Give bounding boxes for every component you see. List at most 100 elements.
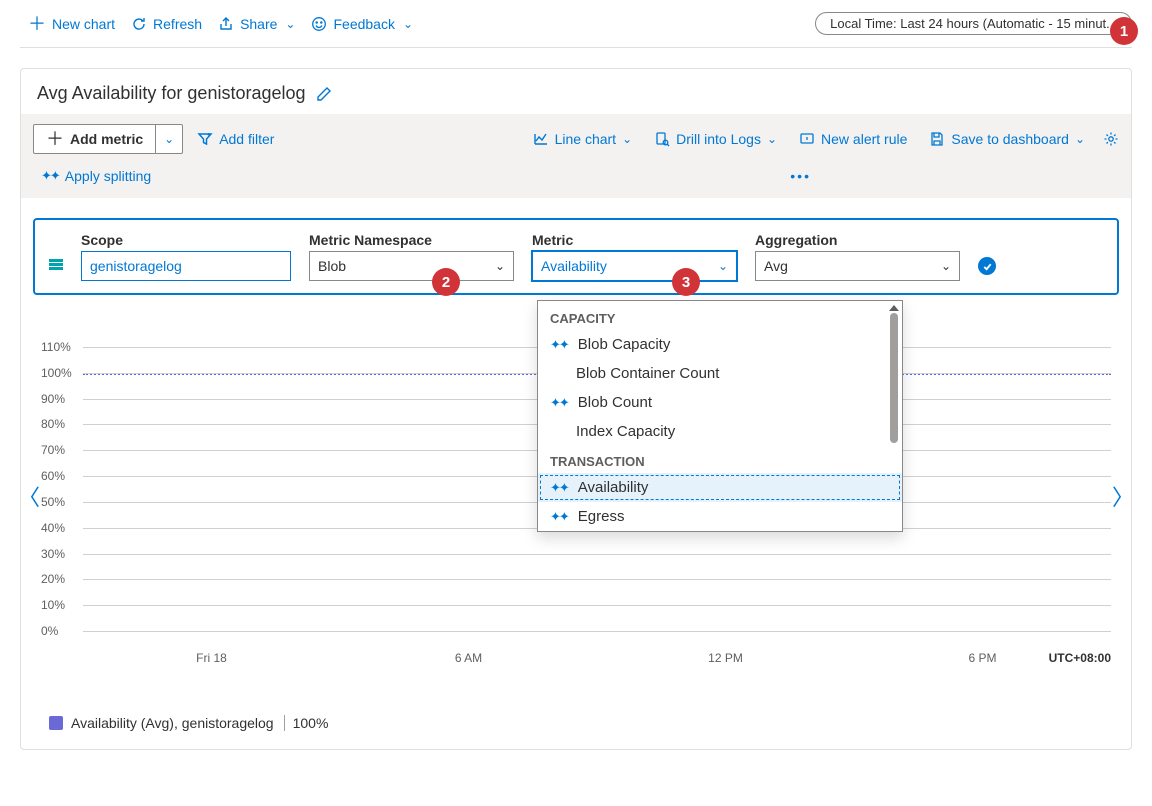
namespace-label: Metric Namespace (309, 232, 514, 248)
namespace-select[interactable]: Blob⌄ (309, 251, 514, 281)
settings-icon[interactable] (1103, 131, 1119, 147)
drill-logs-button[interactable]: Drill into Logs ⌄ (646, 127, 785, 151)
y-tick: 10% (41, 598, 65, 612)
scope-select[interactable]: genistoragelog (81, 251, 291, 281)
callout-2: 2 (432, 268, 460, 296)
y-tick: 60% (41, 469, 65, 483)
more-button[interactable]: ••• (782, 164, 819, 188)
alert-icon (799, 131, 815, 147)
panel-title-row: Avg Availability for genistoragelog (21, 69, 1131, 114)
scroll-up-icon (889, 305, 899, 311)
y-tick: 30% (41, 547, 65, 561)
add-filter-button[interactable]: Add filter (189, 127, 282, 151)
new-chart-label: New chart (52, 16, 115, 32)
x-axis-labels: Fri 186 AM12 PM6 PM (83, 651, 1111, 665)
scope-label: Scope (81, 232, 291, 248)
top-toolbar: ＋ New chart Refresh Share ⌄ Feedback ⌄ L… (20, 0, 1132, 48)
y-tick: 80% (41, 417, 65, 431)
add-filter-label: Add filter (219, 131, 274, 147)
prev-arrow[interactable]: 〈 (18, 480, 40, 512)
x-tick: 6 AM (340, 651, 597, 665)
metric-config-card: Scope genistoragelog Metric Namespace Bl… (33, 218, 1119, 295)
metric-icon: ✦✦ (550, 480, 568, 496)
new-alert-button[interactable]: New alert rule (791, 127, 915, 151)
new-chart-button[interactable]: ＋ New chart (20, 12, 123, 36)
y-tick: 20% (41, 572, 65, 586)
share-button[interactable]: Share ⌄ (210, 12, 303, 36)
y-tick: 50% (41, 495, 65, 509)
plus-icon: ＋ (46, 132, 64, 146)
time-range-picker[interactable]: Local Time: Last 24 hours (Automatic - 1… (815, 12, 1132, 35)
save-dashboard-label: Save to dashboard (951, 131, 1069, 147)
chart-toolbar: ＋ Add metric ⌄ Add filter Line chart ⌄ D… (21, 114, 1131, 198)
y-tick: 90% (41, 392, 65, 406)
chevron-down-icon: ⌄ (285, 17, 295, 31)
refresh-icon (131, 16, 147, 32)
chevron-down-icon: ⌄ (495, 259, 505, 273)
drill-logs-label: Drill into Logs (676, 131, 761, 147)
next-arrow[interactable]: 〉 (1112, 480, 1134, 512)
dropdown-group: TRANSACTION (538, 446, 902, 473)
share-icon (218, 16, 234, 32)
chevron-down-icon: ⌄ (164, 132, 174, 146)
legend-text: Availability (Avg), genistoragelog (71, 715, 274, 731)
aggregation-select[interactable]: Avg⌄ (755, 251, 960, 281)
feedback-label: Feedback (333, 16, 394, 32)
chevron-down-icon: ⌄ (941, 259, 951, 273)
confirm-icon[interactable] (978, 257, 996, 275)
metric-icon: ✦✦ (550, 337, 568, 353)
smiley-icon (311, 16, 327, 32)
resource-icon (49, 259, 63, 273)
y-tick: 100% (41, 366, 72, 380)
dropdown-item[interactable]: ✦✦Availability (538, 473, 902, 502)
metric-label: Metric (532, 232, 737, 248)
add-metric-label: Add metric (70, 131, 143, 147)
metric-icon: ✦✦ (550, 395, 568, 411)
apply-splitting-label: Apply splitting (65, 168, 151, 184)
edit-icon[interactable] (316, 86, 332, 102)
panel-title: Avg Availability for genistoragelog (37, 83, 306, 104)
y-tick: 110% (41, 340, 71, 354)
share-label: Share (240, 16, 277, 32)
aggregation-label: Aggregation (755, 232, 960, 248)
callout-1: 1 (1110, 17, 1138, 45)
refresh-label: Refresh (153, 16, 202, 32)
line-chart-icon (533, 131, 549, 147)
chevron-down-icon: ⌄ (718, 259, 728, 273)
chevron-down-icon: ⌄ (403, 17, 413, 31)
add-metric-split-button: ＋ Add metric ⌄ (33, 124, 183, 154)
chevron-down-icon: ⌄ (622, 132, 632, 146)
dropdown-item[interactable]: Index Capacity (538, 417, 902, 446)
add-metric-button[interactable]: ＋ Add metric (33, 124, 156, 154)
dropdown-scrollbar[interactable] (888, 305, 900, 531)
refresh-button[interactable]: Refresh (123, 12, 210, 36)
feedback-button[interactable]: Feedback ⌄ (303, 12, 421, 36)
dropdown-item[interactable]: ✦✦Blob Count (538, 388, 902, 417)
dropdown-item[interactable]: Blob Container Count (538, 359, 902, 388)
metric-dropdown: CAPACITY ✦✦Blob CapacityBlob Container C… (537, 300, 903, 532)
save-icon (929, 131, 945, 147)
plus-icon: ＋ (28, 17, 46, 31)
metric-icon: ✦✦ (550, 509, 568, 525)
apply-splitting-button[interactable]: ✦✦ Apply splitting (33, 164, 159, 188)
line-chart-button[interactable]: Line chart ⌄ (525, 127, 641, 151)
legend-value: 100% (284, 715, 329, 731)
y-tick: 70% (41, 443, 65, 457)
dropdown-item[interactable]: ✦✦Blob Capacity (538, 330, 902, 359)
x-tick: Fri 18 (83, 651, 340, 665)
metric-select[interactable]: Availability⌄ (532, 251, 737, 281)
add-metric-chevron[interactable]: ⌄ (156, 124, 183, 154)
save-dashboard-button[interactable]: Save to dashboard ⌄ (921, 127, 1093, 151)
splitting-icon: ✦✦ (41, 168, 59, 184)
chevron-down-icon: ⌄ (767, 132, 777, 146)
scroll-thumb[interactable] (890, 313, 898, 443)
logs-icon (654, 131, 670, 147)
legend-swatch (49, 716, 63, 730)
dropdown-item[interactable]: ✦✦Egress (538, 502, 902, 531)
filter-icon (197, 131, 213, 147)
dropdown-group: CAPACITY (538, 303, 902, 330)
y-tick: 40% (41, 521, 65, 535)
y-tick: 0% (41, 624, 58, 638)
timezone-label: UTC+08:00 (1049, 651, 1111, 665)
x-tick: 12 PM (597, 651, 854, 665)
